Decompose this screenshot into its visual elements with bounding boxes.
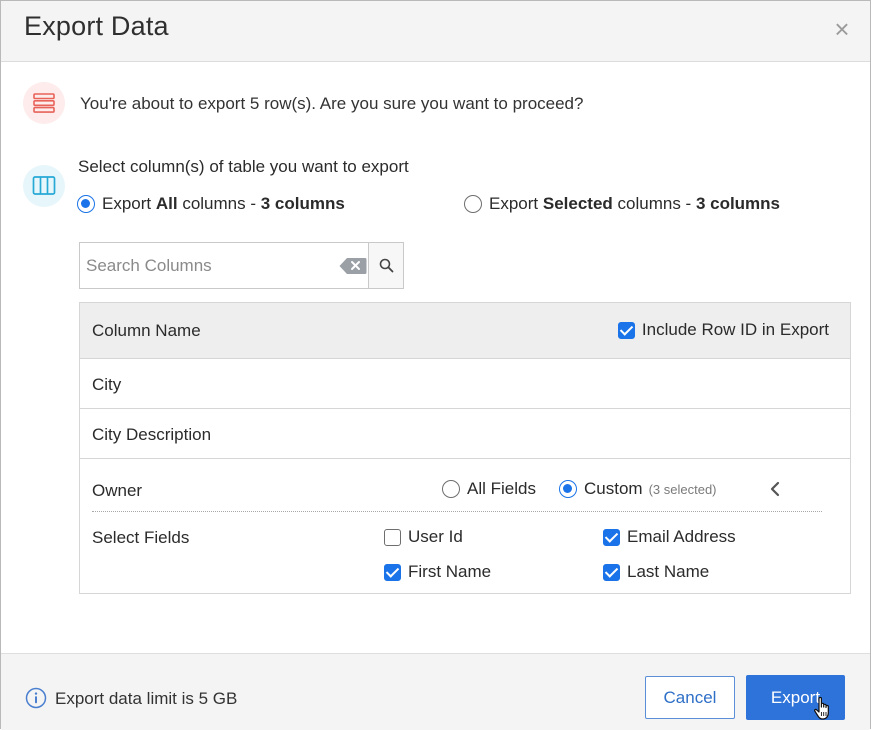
export-selected-columns-radio[interactable]: Export Selected columns - 3 columns: [464, 194, 780, 214]
export-selected-middle: columns -: [612, 194, 696, 213]
cancel-button[interactable]: Cancel: [645, 676, 735, 719]
column-name-cell: City: [92, 375, 122, 394]
radio-unchecked-icon: [464, 195, 482, 213]
field-label: Email Address: [627, 527, 736, 546]
export-all-middle: columns -: [177, 194, 261, 213]
dialog-footer: Export data limit is 5 GB Cancel Export: [1, 653, 870, 730]
select-fields-label: Select Fields: [92, 528, 190, 547]
radio-unchecked-icon: [442, 480, 460, 498]
all-fields-label: All Fields: [467, 479, 536, 498]
include-row-id-label: Include Row ID in Export: [641, 320, 829, 339]
export-limit-text: Export data limit is 5 GB: [55, 689, 238, 708]
custom-label: Custom: [584, 479, 643, 498]
hand-pointer-icon: [813, 696, 833, 727]
checkbox-checked-icon: [384, 563, 401, 581]
radio-checked-icon: [77, 195, 95, 213]
export-all-columns-radio[interactable]: Export All columns - 3 columns: [77, 194, 345, 214]
search-button[interactable]: [368, 243, 403, 288]
checkbox-unchecked-icon: [384, 528, 401, 546]
checkbox-checked-icon: [603, 563, 620, 581]
checkbox-checked-icon: [617, 321, 635, 339]
field-label: Last Name: [627, 562, 710, 581]
search-icon: [379, 258, 394, 273]
export-selected-prefix: Export: [489, 194, 543, 213]
rows-icon: [23, 82, 65, 124]
field-user-id-checkbox[interactable]: User Id: [384, 527, 463, 547]
field-email-address-checkbox[interactable]: Email Address: [603, 527, 736, 547]
info-icon: [25, 687, 47, 714]
table-row[interactable]: City Description: [80, 409, 850, 459]
checkbox-checked-icon: [603, 528, 620, 546]
field-first-name-checkbox[interactable]: First Name: [384, 562, 491, 582]
confirm-message: You're about to export 5 row(s). Are you…: [80, 94, 584, 113]
search-columns-box: [79, 242, 404, 289]
export-selected-count: 3 columns: [695, 194, 781, 213]
search-columns-input[interactable]: [80, 243, 368, 288]
column-name-cell: City Description: [92, 425, 212, 444]
export-selected-bold: Selected: [542, 194, 613, 213]
export-data-dialog: Export Data × You're about to export 5 r…: [0, 0, 871, 730]
owner-custom-radio[interactable]: Custom (3 selected): [559, 479, 717, 499]
column-name-header: Column Name: [92, 321, 201, 340]
dialog-title: Export Data: [24, 11, 169, 41]
custom-selected-count: (3 selected): [648, 481, 717, 497]
chevron-left-icon[interactable]: [767, 478, 783, 500]
export-all-prefix: Export: [102, 194, 156, 213]
include-row-id-checkbox[interactable]: Include Row ID in Export: [617, 320, 829, 340]
columns-icon: [23, 165, 65, 207]
close-icon[interactable]: ×: [832, 15, 852, 43]
radio-checked-icon: [559, 480, 577, 498]
owner-label: Owner: [92, 481, 143, 500]
export-all-count: 3 columns: [260, 194, 345, 213]
owner-all-fields-radio[interactable]: All Fields: [442, 479, 536, 499]
columns-table: Column Name Include Row ID in Export Cit…: [79, 302, 851, 594]
field-label: User Id: [408, 527, 463, 546]
divider: [92, 511, 822, 512]
owner-row: Owner All Fields Custom (3 selected) Sel…: [80, 459, 850, 594]
table-row[interactable]: City: [80, 359, 850, 409]
dialog-header: Export Data ×: [1, 1, 870, 62]
export-all-bold: All: [155, 194, 178, 213]
column-selection-title: Select column(s) of table you want to ex…: [78, 157, 409, 176]
field-last-name-checkbox[interactable]: Last Name: [603, 562, 709, 582]
table-header: Column Name Include Row ID in Export: [80, 303, 850, 359]
field-label: First Name: [408, 562, 492, 581]
